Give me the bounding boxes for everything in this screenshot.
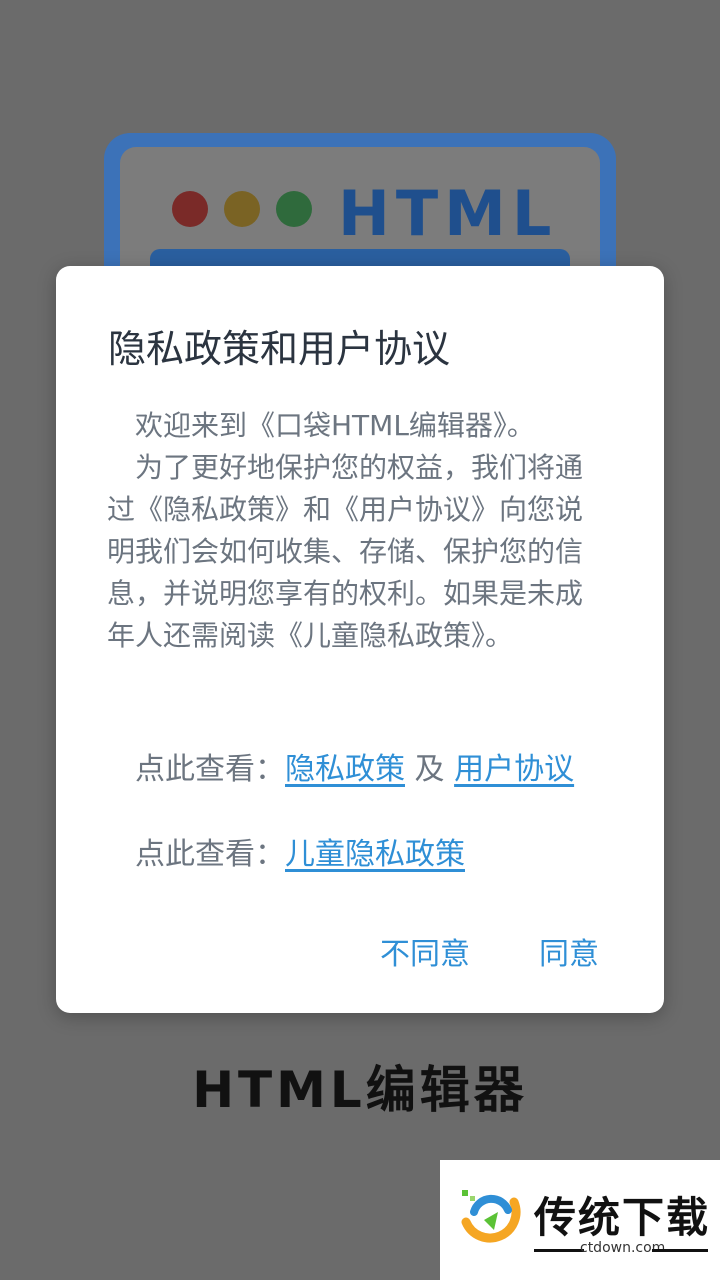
dialog-paragraph-welcome: 欢迎来到《口袋HTML编辑器》。 bbox=[135, 409, 535, 442]
privacy-dialog: 隐私政策和用户协议 欢迎来到《口袋HTML编辑器》。 为了更好地保护您的权益，我… bbox=[56, 266, 664, 1013]
dialog-message: 欢迎来到《口袋HTML编辑器》。 为了更好地保护您的权益，我们将通过《隐私政策》… bbox=[107, 405, 597, 657]
view-label: 点此查看： bbox=[135, 752, 285, 787]
yellow-dot-icon bbox=[224, 191, 260, 227]
agree-button[interactable]: 同意 bbox=[539, 929, 599, 973]
watermark-name: 传统下载 bbox=[534, 1193, 711, 1242]
children-privacy-policy-link[interactable]: 儿童隐私政策 bbox=[285, 837, 465, 872]
disagree-button[interactable]: 不同意 bbox=[380, 929, 470, 973]
watermark-divider bbox=[534, 1249, 584, 1252]
app-icon-text: HTML bbox=[338, 177, 558, 250]
dialog-title: 隐私政策和用户协议 bbox=[108, 327, 451, 371]
green-dot-icon bbox=[276, 191, 312, 227]
dialog-paragraph-explanation: 为了更好地保护您的权益，我们将通过《隐私政策》和《用户协议》向您说明我们会如何收… bbox=[107, 451, 584, 652]
user-agreement-link[interactable]: 用户协议 bbox=[454, 752, 574, 787]
conjunction-text: 及 bbox=[414, 752, 445, 787]
watermark-divider bbox=[652, 1249, 708, 1252]
watermark: 传统下载 ctdown.com bbox=[440, 1160, 720, 1280]
children-policy-row: 点此查看：儿童隐私政策 bbox=[135, 829, 465, 873]
splash-app-name: HTML编辑器 bbox=[192, 1061, 528, 1119]
policy-links-row: 点此查看：隐私政策 及 用户协议 bbox=[135, 744, 574, 788]
watermark-logo-icon bbox=[461, 1190, 521, 1243]
privacy-policy-link[interactable]: 隐私政策 bbox=[285, 752, 405, 787]
view-label: 点此查看： bbox=[135, 837, 285, 872]
red-dot-icon bbox=[172, 191, 208, 227]
watermark-url: ctdown.com bbox=[580, 1240, 666, 1256]
